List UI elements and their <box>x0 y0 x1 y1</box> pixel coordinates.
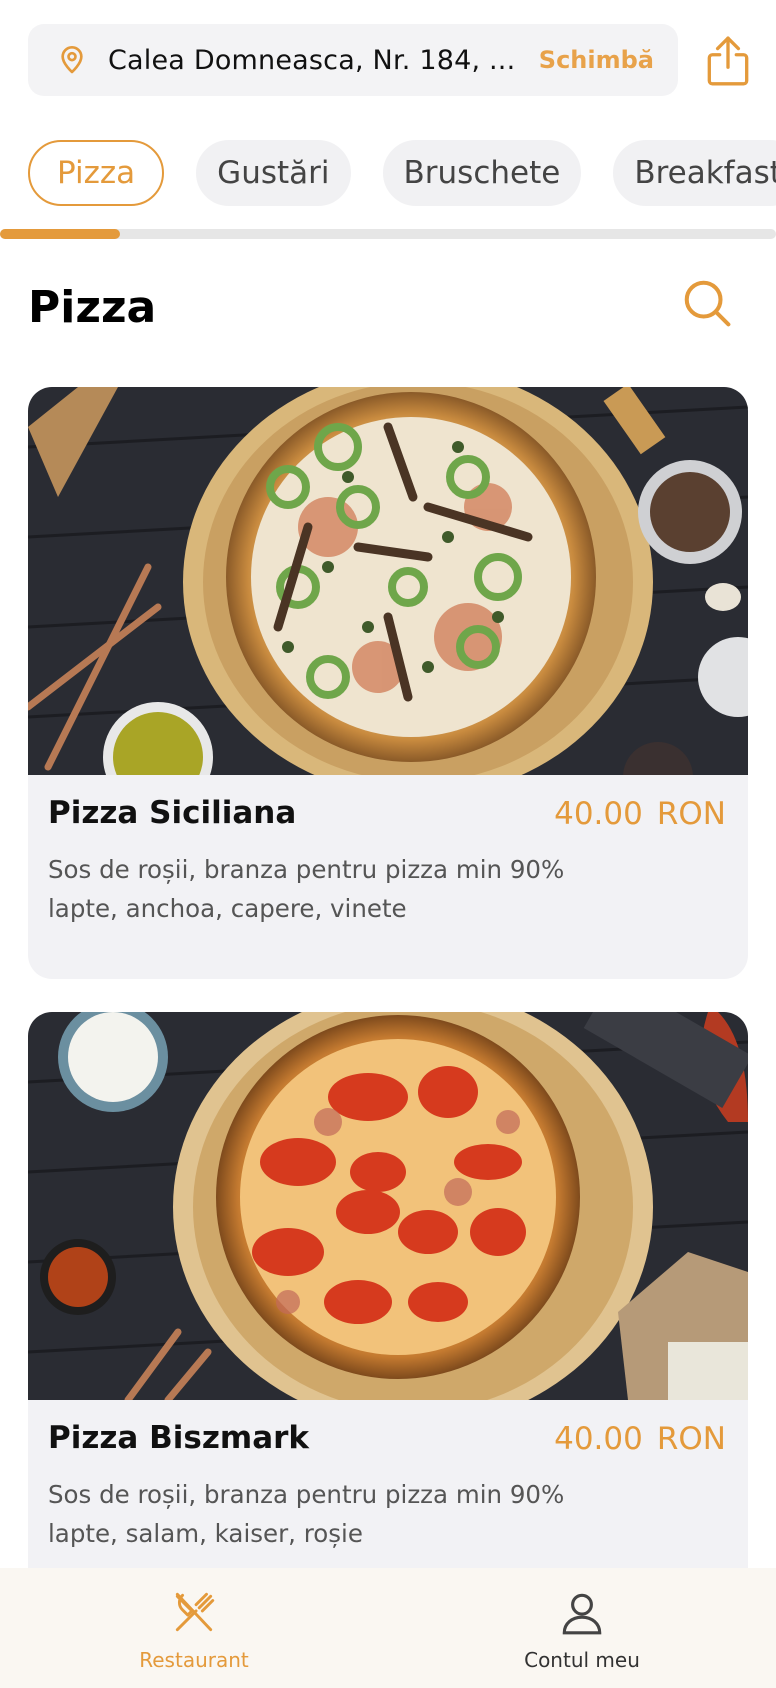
category-scroll-indicator <box>0 229 776 239</box>
delivery-address: Calea Domneasca, Nr. 184, ... <box>108 44 516 76</box>
tab-gustari[interactable]: Gustări <box>196 140 351 206</box>
product-card[interactable]: Pizza Biszmark 40.00 RON Sos de roșii, br… <box>28 1012 748 1604</box>
product-description: Sos de roșii, branza pentru pizza min 90… <box>48 855 565 923</box>
tab-pizza[interactable]: Pizza <box>28 140 165 206</box>
location-pin-icon <box>61 46 83 74</box>
product-image <box>28 387 748 775</box>
nav-restaurant-label: Restaurant <box>139 1648 249 1672</box>
product-name: Pizza Siciliana <box>48 795 297 831</box>
section-title: Pizza <box>28 282 157 333</box>
product-name: Pizza Biszmark <box>48 1420 310 1456</box>
product-price: 40.00 RON <box>554 1421 726 1457</box>
user-icon <box>562 1593 602 1635</box>
bottom-navigation: Restaurant Contul meu <box>0 1568 776 1688</box>
scroll-indicator-thumb <box>0 229 120 239</box>
search-icon[interactable] <box>680 276 734 330</box>
nav-restaurant[interactable]: Restaurant <box>0 1568 388 1688</box>
product-card[interactable]: Pizza Siciliana 40.00 RON Sos de roșii, b… <box>28 387 748 979</box>
nav-account[interactable]: Contul meu <box>388 1568 776 1688</box>
change-address-button[interactable]: Schimbă <box>539 46 654 74</box>
product-image <box>28 1012 748 1400</box>
product-description: Sos de roșii, branza pentru pizza min 90… <box>48 1480 565 1548</box>
product-price: 40.00 RON <box>554 796 726 832</box>
address-bar[interactable]: Calea Domneasca, Nr. 184, ... Schimbă <box>28 24 678 96</box>
share-icon[interactable] <box>703 34 753 88</box>
nav-account-label: Contul meu <box>524 1648 640 1672</box>
category-tabs: Pizza Gustări Bruschete Breakfast <box>28 140 776 206</box>
tab-bruschete[interactable]: Bruschete <box>382 140 582 206</box>
tab-breakfast[interactable]: Breakfast <box>613 140 776 206</box>
cutlery-icon <box>175 1592 215 1632</box>
